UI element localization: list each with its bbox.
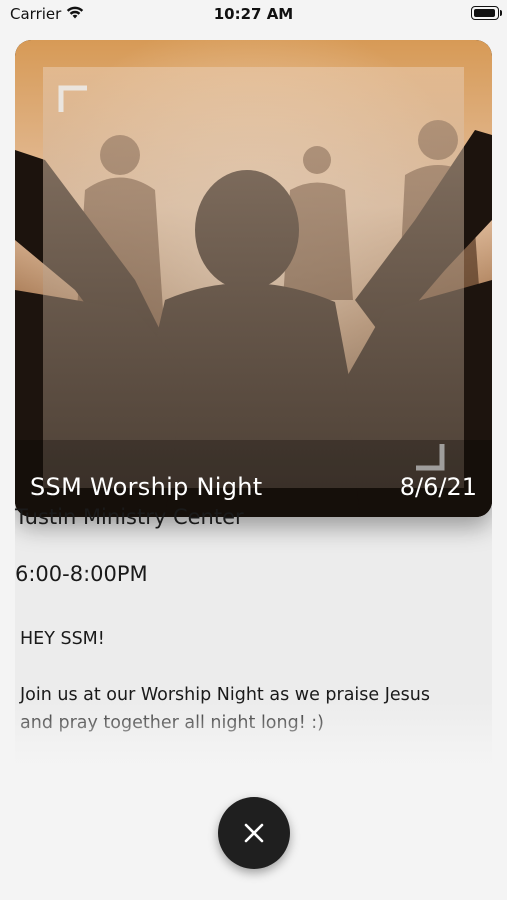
event-location: Tustin Ministry Center	[15, 505, 244, 529]
close-button[interactable]	[218, 797, 290, 869]
status-bar: Carrier 10:27 AM	[0, 0, 507, 30]
event-hero-image: SSM Worship Night 8/6/21	[15, 40, 492, 517]
event-title: SSM Worship Night	[30, 473, 263, 501]
status-time: 10:27 AM	[213, 5, 294, 23]
close-icon	[244, 823, 264, 843]
battery-level	[474, 9, 495, 17]
worship-photo	[15, 40, 492, 517]
content-fade	[0, 700, 507, 780]
event-greeting: HEY SSM!	[20, 629, 105, 649]
event-time: 6:00-8:00PM	[15, 562, 148, 586]
battery-icon	[471, 6, 502, 20]
event-detail-screen: Carrier 10:27 AM SSM Worship Night 8/6/2…	[0, 0, 507, 900]
event-date: 8/6/21	[399, 473, 477, 501]
